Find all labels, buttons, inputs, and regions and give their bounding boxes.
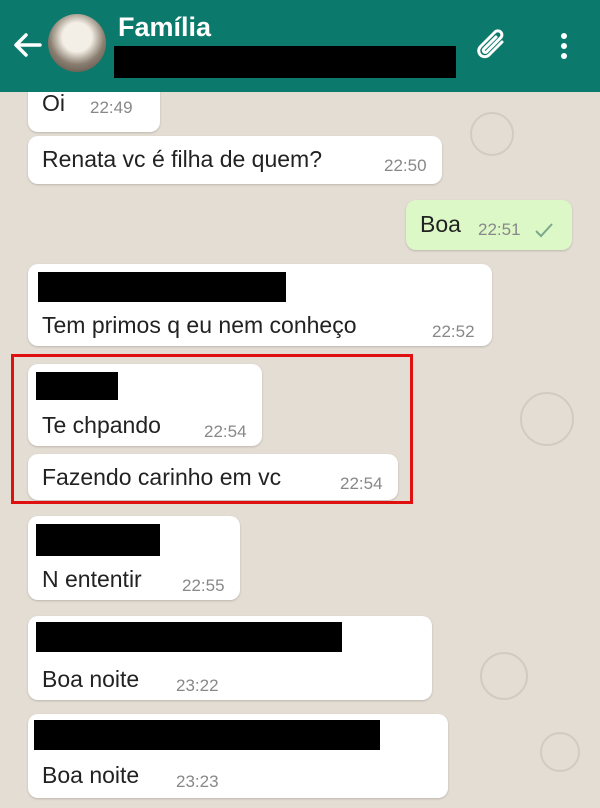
message-time: 22:50 bbox=[384, 156, 427, 175]
message-bubble-incoming[interactable]: Fazendo carinho em vc 22:54 bbox=[28, 454, 398, 500]
message-bubble-outgoing[interactable]: Boa 22:51 bbox=[406, 200, 572, 250]
message-text: Boa noite bbox=[42, 666, 140, 692]
redacted-sender-name bbox=[36, 372, 118, 400]
message-time: 22:54 bbox=[340, 474, 383, 493]
chat-area[interactable]: Oi 22:49 Renata vc é filha de quem? 22:5… bbox=[0, 92, 600, 808]
message-text: Boa noite bbox=[42, 762, 140, 788]
message-text: Boa bbox=[420, 211, 461, 237]
redacted-subtitle bbox=[114, 46, 456, 78]
redacted-sender-name bbox=[38, 272, 286, 302]
message-bubble-incoming[interactable]: Renata vc é filha de quem? 22:50 bbox=[28, 136, 442, 184]
redacted-sender-name bbox=[36, 622, 342, 652]
message-text: Fazendo carinho em vc bbox=[42, 464, 282, 490]
double-check-icon bbox=[535, 223, 553, 238]
message-text: Tem primos q eu nem conheço bbox=[42, 312, 357, 338]
group-avatar[interactable] bbox=[48, 14, 106, 72]
wallpaper-doodle bbox=[470, 112, 514, 156]
message-text: Te chpando bbox=[42, 412, 161, 438]
message-bubble-incoming[interactable]: Boa noite 23:22 bbox=[28, 616, 432, 700]
more-vertical-icon[interactable] bbox=[552, 28, 576, 64]
message-bubble-incoming[interactable]: Oi 22:49 bbox=[28, 92, 160, 132]
message-bubble-incoming[interactable]: Te chpando 22:54 bbox=[28, 364, 262, 446]
wallpaper-doodle bbox=[480, 652, 528, 700]
message-time: 22:51 bbox=[478, 220, 521, 239]
message-text: Renata vc é filha de quem? bbox=[42, 146, 323, 172]
message-text: N ententir bbox=[42, 566, 142, 592]
message-time: 22:49 bbox=[90, 98, 133, 117]
message-time: 23:23 bbox=[176, 772, 219, 791]
message-text: Oi bbox=[42, 92, 65, 116]
message-time: 22:55 bbox=[182, 576, 225, 595]
back-arrow-icon[interactable] bbox=[10, 28, 44, 62]
chat-header: Família bbox=[0, 0, 600, 92]
redacted-sender-name bbox=[36, 524, 160, 556]
redacted-sender-name bbox=[34, 720, 380, 750]
message-bubble-incoming[interactable]: Boa noite 23:23 bbox=[28, 714, 448, 798]
chat-title[interactable]: Família bbox=[118, 12, 211, 43]
message-bubble-incoming[interactable]: Tem primos q eu nem conheço 22:52 bbox=[28, 264, 492, 346]
message-time: 22:52 bbox=[432, 322, 475, 341]
wallpaper-doodle bbox=[520, 392, 574, 446]
message-bubble-incoming[interactable]: N ententir 22:55 bbox=[28, 516, 240, 600]
wallpaper-doodle bbox=[540, 732, 580, 772]
message-time: 23:22 bbox=[176, 676, 219, 695]
message-time: 22:54 bbox=[204, 422, 247, 441]
paperclip-icon[interactable] bbox=[474, 28, 514, 64]
